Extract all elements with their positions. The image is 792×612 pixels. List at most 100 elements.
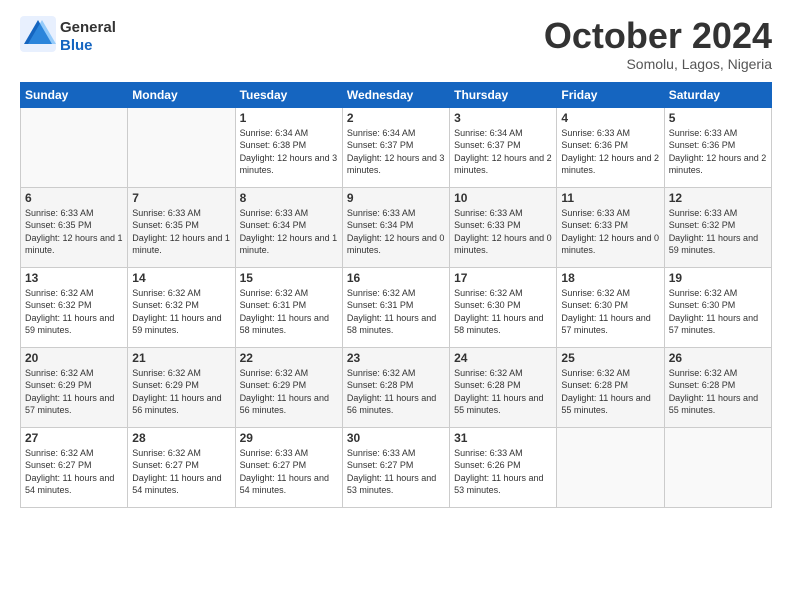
calendar-cell: 14 Sunrise: 6:32 AMSunset: 6:32 PMDayligh… <box>128 267 235 347</box>
day-detail: Sunrise: 6:33 AMSunset: 6:36 PMDaylight:… <box>669 127 767 177</box>
day-detail: Sunrise: 6:33 AMSunset: 6:35 PMDaylight:… <box>132 207 230 257</box>
day-detail: Sunrise: 6:32 AMSunset: 6:28 PMDaylight:… <box>561 367 659 417</box>
calendar-cell: 7 Sunrise: 6:33 AMSunset: 6:35 PMDaylight… <box>128 187 235 267</box>
calendar-cell: 17Sunrise: 6:32 AMSunset: 6:30 PMDayligh… <box>450 267 557 347</box>
calendar-cell: 16 Sunrise: 6:32 AMSunset: 6:31 PMDayligh… <box>342 267 449 347</box>
calendar-cell <box>557 427 664 507</box>
day-detail: Sunrise: 6:32 AMSunset: 6:29 PMDaylight:… <box>240 367 338 417</box>
day-number: 11 <box>561 191 659 205</box>
day-detail: Sunrise: 6:33 AMSunset: 6:26 PMDaylight:… <box>454 447 552 497</box>
weekday-header: Monday <box>128 82 235 107</box>
calendar-cell: 18 Sunrise: 6:32 AMSunset: 6:30 PMDayligh… <box>557 267 664 347</box>
day-detail: Sunrise: 6:32 AMSunset: 6:29 PMDaylight:… <box>132 367 230 417</box>
calendar-table: SundayMondayTuesdayWednesdayThursdayFrid… <box>20 82 772 508</box>
day-number: 23 <box>347 351 445 365</box>
day-detail: Sunrise: 6:33 AMSunset: 6:32 PMDaylight:… <box>669 207 767 257</box>
day-number: 17 <box>454 271 552 285</box>
calendar-cell: 30 Sunrise: 6:33 AMSunset: 6:27 PMDayligh… <box>342 427 449 507</box>
calendar-cell: 21 Sunrise: 6:32 AMSunset: 6:29 PMDayligh… <box>128 347 235 427</box>
day-number: 1 <box>240 111 338 125</box>
day-number: 16 <box>347 271 445 285</box>
day-detail: Sunrise: 6:33 AMSunset: 6:34 PMDaylight:… <box>240 207 338 257</box>
day-number: 7 <box>132 191 230 205</box>
calendar-cell <box>128 107 235 187</box>
day-number: 15 <box>240 271 338 285</box>
calendar-cell: 25 Sunrise: 6:32 AMSunset: 6:28 PMDayligh… <box>557 347 664 427</box>
header: General Blue October 2024 Somolu, Lagos,… <box>20 16 772 72</box>
weekday-header: Wednesday <box>342 82 449 107</box>
weekday-header: Friday <box>557 82 664 107</box>
day-number: 4 <box>561 111 659 125</box>
day-number: 24 <box>454 351 552 365</box>
calendar-cell: 31 Sunrise: 6:33 AMSunset: 6:26 PMDayligh… <box>450 427 557 507</box>
day-number: 27 <box>25 431 123 445</box>
day-detail: Sunrise: 6:32 AMSunset: 6:27 PMDaylight:… <box>25 447 123 497</box>
day-detail: Sunrise: 6:34 AMSunset: 6:38 PMDaylight:… <box>240 127 338 177</box>
calendar-page: General Blue October 2024 Somolu, Lagos,… <box>0 0 792 612</box>
logo-blue: Blue <box>60 37 116 54</box>
calendar-cell: 4Sunrise: 6:33 AMSunset: 6:36 PMDaylight… <box>557 107 664 187</box>
day-detail: Sunrise: 6:32 AMSunset: 6:28 PMDaylight:… <box>669 367 767 417</box>
calendar-cell: 19 Sunrise: 6:32 AMSunset: 6:30 PMDayligh… <box>664 267 771 347</box>
day-number: 25 <box>561 351 659 365</box>
day-number: 5 <box>669 111 767 125</box>
calendar-cell: 15 Sunrise: 6:32 AMSunset: 6:31 PMDayligh… <box>235 267 342 347</box>
calendar-cell: 13 Sunrise: 6:32 AMSunset: 6:32 PMDayligh… <box>21 267 128 347</box>
calendar-cell: 29Sunrise: 6:33 AMSunset: 6:27 PMDayligh… <box>235 427 342 507</box>
calendar-cell: 20 Sunrise: 6:32 AMSunset: 6:29 PMDayligh… <box>21 347 128 427</box>
day-number: 3 <box>454 111 552 125</box>
calendar-cell: 24 Sunrise: 6:32 AMSunset: 6:28 PMDayligh… <box>450 347 557 427</box>
day-number: 9 <box>347 191 445 205</box>
calendar-cell: 8 Sunrise: 6:33 AMSunset: 6:34 PMDaylight… <box>235 187 342 267</box>
day-number: 20 <box>25 351 123 365</box>
day-number: 19 <box>669 271 767 285</box>
logo-icon <box>20 16 56 52</box>
day-number: 2 <box>347 111 445 125</box>
calendar-cell: 6Sunrise: 6:33 AMSunset: 6:35 PMDaylight… <box>21 187 128 267</box>
day-detail: Sunrise: 6:33 AMSunset: 6:35 PMDaylight:… <box>25 207 123 257</box>
day-detail: Sunrise: 6:32 AMSunset: 6:27 PMDaylight:… <box>132 447 230 497</box>
calendar-cell: 10Sunrise: 6:33 AMSunset: 6:33 PMDayligh… <box>450 187 557 267</box>
logo-general: General <box>60 19 116 36</box>
calendar-cell: 9 Sunrise: 6:33 AMSunset: 6:34 PMDaylight… <box>342 187 449 267</box>
calendar-cell: 28Sunrise: 6:32 AMSunset: 6:27 PMDayligh… <box>128 427 235 507</box>
day-number: 8 <box>240 191 338 205</box>
calendar-cell <box>664 427 771 507</box>
day-number: 30 <box>347 431 445 445</box>
day-number: 18 <box>561 271 659 285</box>
day-detail: Sunrise: 6:33 AMSunset: 6:27 PMDaylight:… <box>347 447 445 497</box>
day-detail: Sunrise: 6:32 AMSunset: 6:31 PMDaylight:… <box>347 287 445 337</box>
weekday-header: Sunday <box>21 82 128 107</box>
day-detail: Sunrise: 6:32 AMSunset: 6:32 PMDaylight:… <box>25 287 123 337</box>
day-number: 13 <box>25 271 123 285</box>
calendar-cell: 2 Sunrise: 6:34 AMSunset: 6:37 PMDaylight… <box>342 107 449 187</box>
calendar-cell: 26 Sunrise: 6:32 AMSunset: 6:28 PMDayligh… <box>664 347 771 427</box>
calendar-cell <box>21 107 128 187</box>
day-detail: Sunrise: 6:32 AMSunset: 6:30 PMDaylight:… <box>669 287 767 337</box>
day-number: 14 <box>132 271 230 285</box>
day-number: 31 <box>454 431 552 445</box>
logo: General Blue <box>20 16 116 57</box>
day-detail: Sunrise: 6:34 AMSunset: 6:37 PMDaylight:… <box>347 127 445 177</box>
day-number: 29 <box>240 431 338 445</box>
day-number: 21 <box>132 351 230 365</box>
weekday-header: Thursday <box>450 82 557 107</box>
day-detail: Sunrise: 6:34 AMSunset: 6:37 PMDaylight:… <box>454 127 552 177</box>
day-number: 26 <box>669 351 767 365</box>
location-subtitle: Somolu, Lagos, Nigeria <box>544 56 772 72</box>
day-detail: Sunrise: 6:32 AMSunset: 6:28 PMDaylight:… <box>454 367 552 417</box>
day-detail: Sunrise: 6:32 AMSunset: 6:28 PMDaylight:… <box>347 367 445 417</box>
day-detail: Sunrise: 6:32 AMSunset: 6:32 PMDaylight:… <box>132 287 230 337</box>
day-detail: Sunrise: 6:33 AMSunset: 6:33 PMDaylight:… <box>454 207 552 257</box>
day-detail: Sunrise: 6:33 AMSunset: 6:33 PMDaylight:… <box>561 207 659 257</box>
calendar-cell: 5 Sunrise: 6:33 AMSunset: 6:36 PMDaylight… <box>664 107 771 187</box>
day-detail: Sunrise: 6:33 AMSunset: 6:34 PMDaylight:… <box>347 207 445 257</box>
title-block: October 2024 Somolu, Lagos, Nigeria <box>544 16 772 72</box>
day-detail: Sunrise: 6:32 AMSunset: 6:31 PMDaylight:… <box>240 287 338 337</box>
calendar-cell: 11 Sunrise: 6:33 AMSunset: 6:33 PMDayligh… <box>557 187 664 267</box>
day-detail: Sunrise: 6:32 AMSunset: 6:30 PMDaylight:… <box>561 287 659 337</box>
day-number: 12 <box>669 191 767 205</box>
day-detail: Sunrise: 6:32 AMSunset: 6:29 PMDaylight:… <box>25 367 123 417</box>
calendar-cell: 22Sunrise: 6:32 AMSunset: 6:29 PMDayligh… <box>235 347 342 427</box>
calendar-cell: 1 Sunrise: 6:34 AMSunset: 6:38 PMDaylight… <box>235 107 342 187</box>
